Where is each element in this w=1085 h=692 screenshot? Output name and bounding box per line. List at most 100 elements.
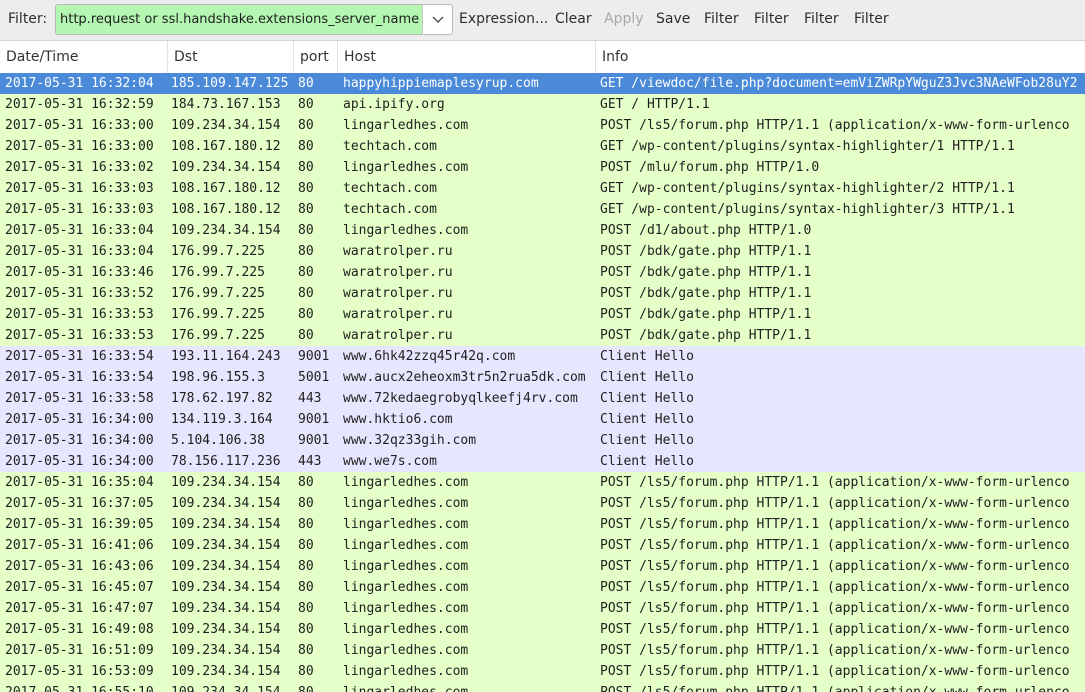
- column-header-dst[interactable]: Dst: [168, 41, 294, 73]
- filter-toolbar: Filter: Expression... Clear Apply Save F…: [0, 0, 1085, 41]
- cell-dst: 108.167.180.12: [171, 202, 281, 217]
- cell-dst: 134.119.3.164: [171, 412, 273, 427]
- cell-port: 443: [298, 454, 322, 469]
- cell-dst: 176.99.7.225: [171, 265, 265, 280]
- cell-host: www.hktio6.com: [343, 412, 453, 427]
- clear-button[interactable]: Clear: [555, 11, 592, 27]
- cell-port: 80: [298, 643, 314, 658]
- packet-row[interactable]: 2017-05-31 16:45:07 109.234.34.154 80 linga…: [0, 577, 1085, 598]
- packet-row[interactable]: 2017-05-31 16:34:00 5.104.106.38 9001 www.3…: [0, 430, 1085, 451]
- cell-dst: 109.234.34.154: [171, 580, 281, 595]
- packet-row[interactable]: 2017-05-31 16:43:06 109.234.34.154 80 linga…: [0, 556, 1085, 577]
- filter-button-1[interactable]: Filter: [704, 11, 739, 27]
- packet-row[interactable]: 2017-05-31 16:53:09 109.234.34.154 80 linga…: [0, 661, 1085, 682]
- expression-button[interactable]: Expression...: [459, 11, 548, 27]
- cell-info: POST /bdk/gate.php HTTP/1.1: [600, 286, 812, 301]
- packet-row[interactable]: 2017-05-31 16:33:54 193.11.164.243 9001 www…: [0, 346, 1085, 367]
- packet-row[interactable]: 2017-05-31 16:33:46 176.99.7.225 80 waratro…: [0, 262, 1085, 283]
- packet-row-selected[interactable]: 2017-05-31 16:32:04 185.109.147.125 80 happ…: [0, 73, 1085, 94]
- cell-date: 2017-05-31 16:49:08: [5, 622, 154, 637]
- packet-row[interactable]: 2017-05-31 16:41:06 109.234.34.154 80 linga…: [0, 535, 1085, 556]
- cell-port: 80: [298, 139, 314, 154]
- cell-port: 80: [298, 580, 314, 595]
- save-button[interactable]: Save: [656, 11, 690, 27]
- cell-host: lingarledhes.com: [343, 517, 469, 532]
- filter-label: Filter:: [8, 11, 48, 27]
- packet-row[interactable]: 2017-05-31 16:33:03 108.167.180.12 80 techt…: [0, 178, 1085, 199]
- packet-row[interactable]: 2017-05-31 16:34:00 78.156.117.236 443 www.…: [0, 451, 1085, 472]
- cell-date: 2017-05-31 16:35:04: [5, 475, 154, 490]
- packet-row[interactable]: 2017-05-31 16:33:53 176.99.7.225 80 waratro…: [0, 325, 1085, 346]
- display-filter-input[interactable]: [56, 5, 423, 34]
- packet-row[interactable]: 2017-05-31 16:33:00 109.234.34.154 80 linga…: [0, 115, 1085, 136]
- cell-host: lingarledhes.com: [343, 160, 469, 175]
- cell-info: GET /wp-content/plugins/syntax-highlight…: [600, 202, 1015, 217]
- packet-row[interactable]: 2017-05-31 16:47:07 109.234.34.154 80 linga…: [0, 598, 1085, 619]
- packet-row[interactable]: 2017-05-31 16:32:59 184.73.167.153 80 api.i…: [0, 94, 1085, 115]
- packet-row[interactable]: 2017-05-31 16:34:00 134.119.3.164 9001 www.…: [0, 409, 1085, 430]
- packet-row[interactable]: 2017-05-31 16:35:04 109.234.34.154 80 linga…: [0, 472, 1085, 493]
- cell-port: 80: [298, 475, 314, 490]
- cell-info: Client Hello: [600, 370, 694, 385]
- cell-date: 2017-05-31 16:51:09: [5, 643, 154, 658]
- packet-row[interactable]: 2017-05-31 16:33:03 108.167.180.12 80 techt…: [0, 199, 1085, 220]
- cell-port: 9001: [298, 349, 330, 364]
- cell-dst: 109.234.34.154: [171, 622, 281, 637]
- cell-host: techtach.com: [343, 139, 437, 154]
- cell-dst: 178.62.197.82: [171, 391, 273, 406]
- cell-info: POST /ls5/forum.php HTTP/1.1 (applicatio…: [600, 580, 1070, 595]
- packet-row[interactable]: 2017-05-31 16:51:09 109.234.34.154 80 linga…: [0, 640, 1085, 661]
- cell-dst: 5.104.106.38: [171, 433, 265, 448]
- cell-date: 2017-05-31 16:32:04: [5, 76, 154, 91]
- cell-host: lingarledhes.com: [343, 601, 469, 616]
- cell-date: 2017-05-31 16:33:53: [5, 307, 154, 322]
- cell-info: GET /viewdoc/file.php?document=emViZWRpY…: [600, 76, 1078, 91]
- cell-info: POST /bdk/gate.php HTTP/1.1: [600, 328, 812, 343]
- column-header-port[interactable]: port: [294, 41, 338, 73]
- packet-row[interactable]: 2017-05-31 16:33:58 178.62.197.82 443 www.7…: [0, 388, 1085, 409]
- packet-row[interactable]: 2017-05-31 16:33:00 108.167.180.12 80 techt…: [0, 136, 1085, 157]
- cell-date: 2017-05-31 16:33:53: [5, 328, 154, 343]
- packet-row[interactable]: 2017-05-31 16:55:10109.234.34.15480 linga…: [0, 682, 1085, 692]
- cell-dst: 184.73.167.153: [171, 97, 281, 112]
- cell-dst: 176.99.7.225: [171, 328, 265, 343]
- packet-row[interactable]: 2017-05-31 16:39:05 109.234.34.154 80 linga…: [0, 514, 1085, 535]
- cell-info: POST /ls5/forum.php HTTP/1.1 (applicatio…: [600, 559, 1070, 574]
- cell-host: lingarledhes.com: [343, 475, 469, 490]
- cell-dst: 109.234.34.154: [171, 682, 295, 692]
- cell-date: 2017-05-31 16:33:52: [5, 286, 154, 301]
- chevron-down-icon[interactable]: [424, 5, 452, 34]
- cell-date: 2017-05-31 16:53:09: [5, 664, 154, 679]
- cell-port: 80: [298, 202, 314, 217]
- cell-date: 2017-05-31 16:33:46: [5, 265, 154, 280]
- packet-row[interactable]: 2017-05-31 16:33:52 176.99.7.225 80 waratro…: [0, 283, 1085, 304]
- cell-dst: 109.234.34.154: [171, 118, 281, 133]
- cell-port: 9001: [298, 433, 330, 448]
- packet-row[interactable]: 2017-05-31 16:33:02 109.234.34.154 80 linga…: [0, 157, 1085, 178]
- packet-row[interactable]: 2017-05-31 16:33:54 198.96.155.3 5001 www.a…: [0, 367, 1085, 388]
- cell-info: GET /wp-content/plugins/syntax-highlight…: [600, 139, 1015, 154]
- packet-row[interactable]: 2017-05-31 16:33:04 109.234.34.154 80 linga…: [0, 220, 1085, 241]
- filter-button-4[interactable]: Filter: [854, 11, 889, 27]
- filter-button-2[interactable]: Filter: [754, 11, 789, 27]
- packet-row[interactable]: 2017-05-31 16:33:04 176.99.7.225 80 waratro…: [0, 241, 1085, 262]
- cell-port: 443: [298, 391, 322, 406]
- cell-info: Client Hello: [600, 391, 694, 406]
- cell-host: www.6hk42zzq45r42q.com: [343, 349, 516, 364]
- column-header-host[interactable]: Host: [338, 41, 596, 73]
- cell-port: 80: [298, 286, 314, 301]
- packet-row[interactable]: 2017-05-31 16:33:53 176.99.7.225 80 waratro…: [0, 304, 1085, 325]
- cell-port: 80: [298, 118, 314, 133]
- filter-button-3[interactable]: Filter: [804, 11, 839, 27]
- cell-port: 80: [298, 559, 314, 574]
- packet-row[interactable]: 2017-05-31 16:37:05 109.234.34.154 80 linga…: [0, 493, 1085, 514]
- column-header-info[interactable]: Info: [596, 41, 1085, 73]
- cell-host: api.ipify.org: [343, 97, 445, 112]
- packet-row[interactable]: 2017-05-31 16:49:08 109.234.34.154 80 linga…: [0, 619, 1085, 640]
- cell-dst: 109.234.34.154: [171, 517, 281, 532]
- column-header-date[interactable]: Date/Time: [0, 41, 168, 73]
- apply-button[interactable]: Apply: [604, 11, 644, 27]
- display-filter-box: [55, 4, 453, 35]
- cell-date: 2017-05-31 16:37:05: [5, 496, 154, 511]
- cell-info: POST /ls5/forum.php HTTP/1.1 (applicatio…: [600, 118, 1070, 133]
